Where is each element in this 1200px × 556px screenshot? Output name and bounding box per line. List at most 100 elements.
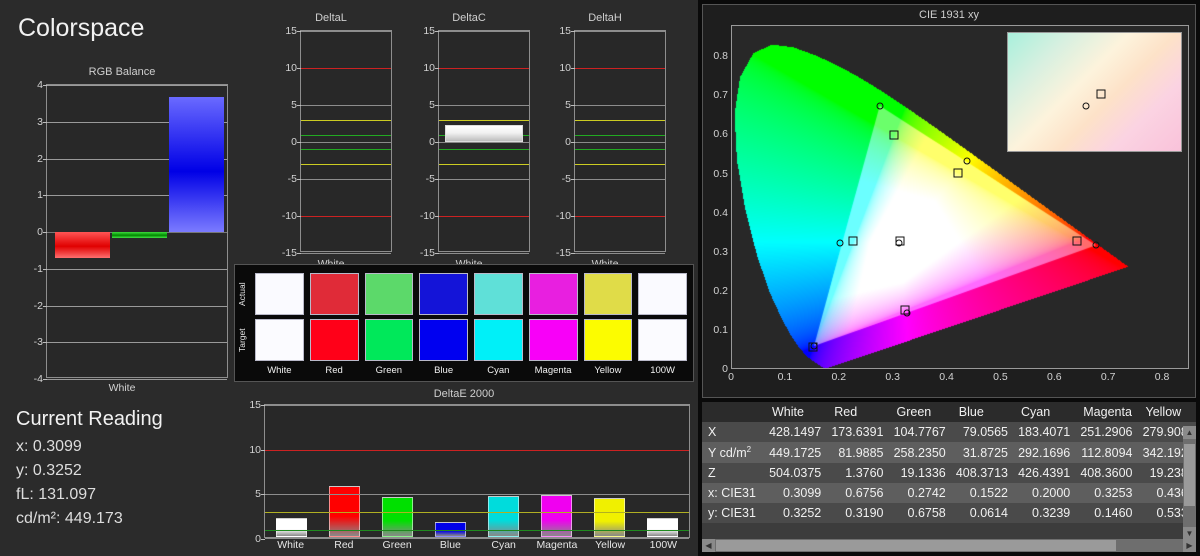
cie-y-tick: 0.5 bbox=[713, 167, 728, 180]
scroll-up-arrow[interactable]: ▲ bbox=[1183, 426, 1196, 439]
right-column: CIE 1931 xy 0 0.1 0.2 0.3 0.4 0.5 0.6 0.7 0.8 0 0… bbox=[698, 0, 1200, 556]
current-reading-panel: Current Reading x: 0.3099 y: 0.3252 fL: … bbox=[16, 408, 163, 534]
reading-y: y: 0.3252 bbox=[16, 462, 82, 479]
table-column-header[interactable]: Green bbox=[888, 402, 951, 422]
horizontal-scroll-thumb[interactable] bbox=[716, 540, 1116, 551]
swatch-actual-100w bbox=[638, 273, 687, 315]
rgb-balance-title: RGB Balance bbox=[88, 66, 156, 78]
table-column-header[interactable]: Yellow bbox=[1137, 402, 1196, 422]
table-vertical-scrollbar[interactable]: ▲ ▼ bbox=[1183, 426, 1196, 540]
table-header-row: WhiteRedGreenBlueCyanMagentaYellow100W bbox=[702, 402, 1196, 422]
gridline bbox=[301, 253, 391, 254]
deltaE-slot bbox=[636, 518, 689, 537]
table-cell: 0.3239 bbox=[1032, 506, 1071, 521]
inset-target-marker bbox=[1096, 89, 1106, 99]
table-cell: 173.6391 bbox=[831, 425, 884, 439]
swatch-actual-yellow bbox=[583, 273, 633, 315]
table-row[interactable]: Z 504.0375 1.3760 19.1336 408.3713 426.4391 40… bbox=[702, 463, 1196, 484]
threshold-line bbox=[301, 142, 391, 143]
y-axis-tick: 10 bbox=[559, 62, 575, 74]
table-row-label: x: CIE31 bbox=[708, 486, 756, 501]
swatch-target-100w bbox=[638, 319, 687, 361]
table-horizontal-scrollbar[interactable]: ◀ ▶ bbox=[702, 539, 1196, 552]
gridline bbox=[575, 31, 665, 32]
swatch-label: Yellow bbox=[594, 365, 622, 376]
deltaE-category-label: Red bbox=[334, 539, 354, 551]
gridline bbox=[575, 179, 665, 180]
table-row-label: Z bbox=[708, 466, 716, 481]
swatch-actual-magenta bbox=[528, 273, 578, 315]
y-axis-tick: 0 bbox=[255, 533, 265, 545]
gridline bbox=[301, 179, 391, 180]
threshold-line bbox=[575, 149, 665, 151]
gridline bbox=[47, 268, 227, 270]
table-cell: 0.1460 bbox=[1094, 506, 1133, 521]
gridline bbox=[301, 31, 391, 32]
deltaC-plot: 15 10 5 0 -5 -10 -15 bbox=[420, 25, 530, 259]
y-axis-tick: -5 bbox=[561, 173, 576, 185]
deltaC-title: DeltaC bbox=[452, 12, 486, 24]
table-cell: 0.6758 bbox=[907, 506, 946, 521]
table-row[interactable]: y: CIE31 0.3252 0.3190 0.6758 0.0614 0.3239 0.… bbox=[702, 503, 1196, 524]
swatch-label: Red bbox=[325, 365, 343, 376]
table-cell: 79.0565 bbox=[962, 425, 1008, 439]
table-column-header[interactable]: Blue bbox=[950, 402, 1013, 422]
y-axis-tick: -10 bbox=[555, 210, 576, 222]
gridline bbox=[47, 379, 227, 380]
table-column-header[interactable]: Cyan bbox=[1013, 402, 1076, 422]
table-column-header[interactable]: White bbox=[764, 402, 827, 422]
deltaE-bars bbox=[265, 405, 689, 537]
threshold-line bbox=[265, 512, 689, 514]
cie-x-tick: 0 bbox=[728, 371, 734, 383]
cie-y-tick: 0.8 bbox=[713, 50, 728, 63]
table-cell: 81.9885 bbox=[838, 445, 884, 460]
vertical-scroll-thumb[interactable] bbox=[1184, 444, 1195, 506]
table-column-header[interactable] bbox=[702, 402, 764, 422]
cie-measured-marker-green bbox=[876, 102, 884, 110]
cie-x-tick: 0.3 bbox=[885, 371, 900, 383]
cie-y-tick: 0.7 bbox=[713, 89, 728, 102]
table-cell: 0.0614 bbox=[969, 506, 1008, 521]
table-cell: 0.6756 bbox=[845, 486, 884, 501]
cie-x-tick: 0.1 bbox=[777, 371, 793, 383]
table-row[interactable]: x: CIE31 0.3099 0.6756 0.2742 0.1522 0.2000 0.… bbox=[702, 483, 1196, 504]
threshold-line bbox=[301, 149, 391, 151]
table-row[interactable]: X 428.1497 173.6391 104.7767 79.0565 183.4071… bbox=[702, 422, 1196, 442]
swatch-target-yellow bbox=[583, 319, 633, 361]
table-cell: 0.3099 bbox=[783, 486, 822, 501]
deltaE-bar-100w bbox=[646, 518, 679, 537]
cie-measured-marker-blue bbox=[810, 342, 818, 350]
deltaE-category-label: Green bbox=[382, 539, 412, 551]
threshold-line bbox=[301, 164, 391, 166]
table-column-header[interactable]: Magenta bbox=[1075, 402, 1138, 422]
cie-y-tick: 0.3 bbox=[713, 245, 728, 258]
cie-measured-marker-magenta bbox=[903, 309, 911, 317]
table-cell: 258.2350 bbox=[893, 445, 946, 460]
y-axis-tick: 2 bbox=[37, 152, 47, 165]
gridline bbox=[439, 31, 529, 32]
scroll-left-arrow[interactable]: ◀ bbox=[702, 539, 715, 552]
deltaE-category-labels: White Red Green Blue Cyan Magenta Yellow 100W bbox=[264, 539, 690, 554]
deltaE-slot bbox=[265, 518, 318, 537]
table-row[interactable]: Y cd/m2 449.1725 81.9885 258.2350 31.8725 292… bbox=[702, 442, 1196, 464]
y-axis-tick: 10 bbox=[423, 62, 439, 74]
middle-column: DeltaL 151050-5-10-15 White DeltaC 15105… bbox=[232, 0, 698, 556]
table-cell: 1.3760 bbox=[845, 466, 884, 481]
cie-x-tick: 0.7 bbox=[1100, 371, 1116, 383]
table-column-header[interactable]: Red bbox=[826, 402, 889, 422]
y-axis-tick: 15 bbox=[423, 25, 439, 37]
threshold-line bbox=[301, 134, 391, 136]
threshold-line bbox=[301, 68, 391, 69]
cie-target-marker-green bbox=[889, 130, 899, 140]
scroll-right-arrow[interactable]: ▶ bbox=[1183, 539, 1196, 552]
y-axis-tick: 5 bbox=[255, 488, 265, 501]
cie-x-tick: 0.8 bbox=[1154, 371, 1170, 383]
cie-measured-marker-cyan bbox=[836, 239, 844, 247]
y-axis-tick: -10 bbox=[419, 210, 440, 222]
reading-cdm2: cd/m²: 449.173 bbox=[16, 510, 123, 527]
deltaH-plot: 15 10 5 0 -5 -10 -15 bbox=[556, 25, 666, 259]
measurement-table-container[interactable]: WhiteRedGreenBlueCyanMagentaYellow100W X… bbox=[702, 402, 1196, 552]
cie-x-tick: 0.5 bbox=[993, 371, 1008, 383]
cie-target-marker-red bbox=[1072, 236, 1082, 246]
cie-measured-marker-white bbox=[895, 239, 903, 247]
